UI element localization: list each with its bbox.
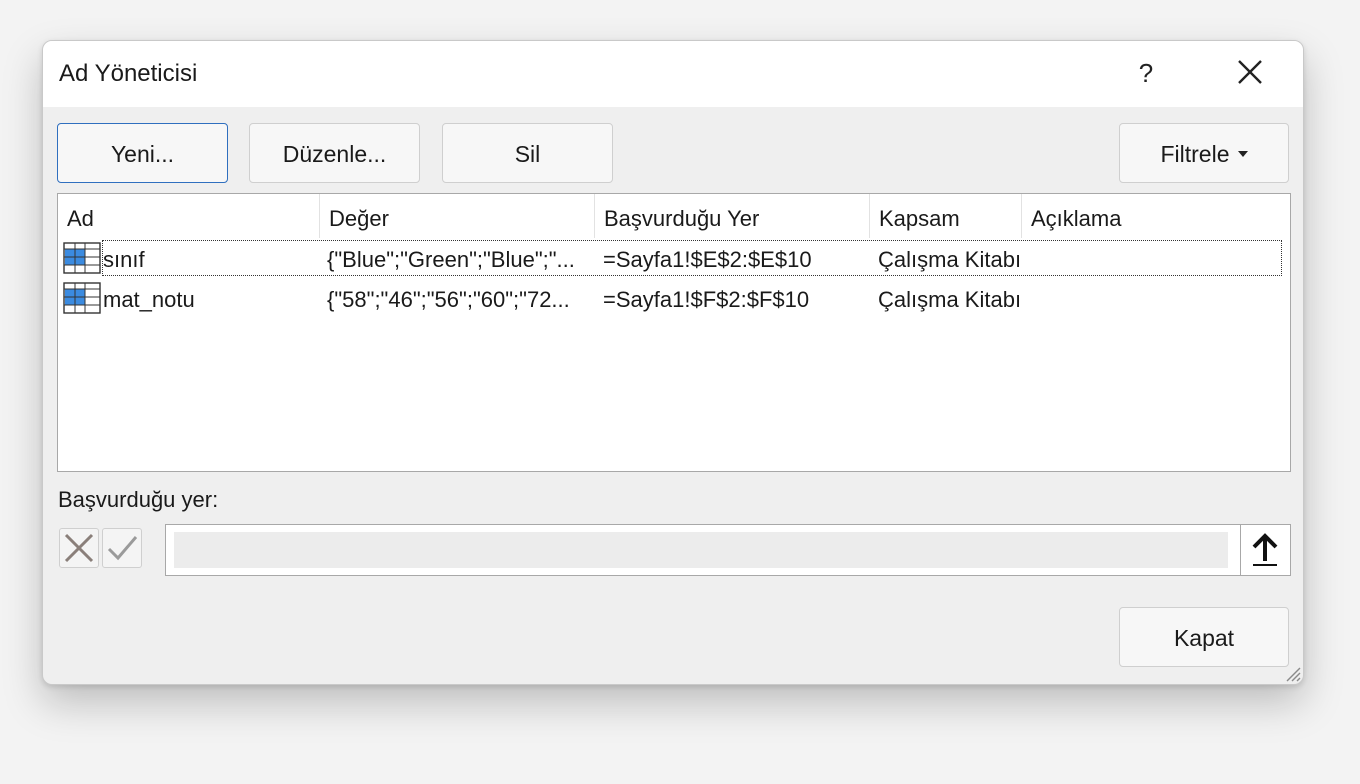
column-header-name[interactable]: Ad: [58, 194, 320, 238]
row-value: {"58";"46";"56";"60";"72...: [327, 287, 570, 312]
column-header-comment[interactable]: Açıklama: [1022, 194, 1282, 238]
close-button[interactable]: Kapat: [1119, 607, 1289, 667]
edit-button-label: Düzenle...: [282, 141, 387, 167]
filter-button-label: Filtrele: [1160, 141, 1230, 167]
confirm-edit-button[interactable]: [102, 528, 142, 568]
chevron-down-icon: [1237, 150, 1248, 157]
row-refers-to: =Sayfa1!$E$2:$E$10: [603, 247, 812, 272]
cancel-edit-button[interactable]: [59, 528, 99, 568]
refers-to-label: Başvurduğu yer:: [58, 487, 219, 512]
delete-button[interactable]: Sil: [442, 123, 613, 183]
resize-grip-icon[interactable]: [1283, 664, 1301, 682]
edit-button[interactable]: Düzenle...: [249, 123, 420, 183]
column-header-value[interactable]: Değer: [320, 194, 595, 238]
cancel-x-icon: [64, 533, 94, 563]
arrow-up-icon: [1252, 533, 1278, 566]
named-range-icon: [63, 242, 101, 274]
row-scope: Çalışma Kitabı: [878, 287, 1022, 312]
delete-button-label: Sil: [514, 141, 541, 167]
help-button[interactable]: ?: [1131, 55, 1161, 91]
column-header-scope[interactable]: Kapsam: [870, 194, 1022, 238]
refers-to-field[interactable]: [165, 524, 1291, 576]
row-name: sınıf: [103, 247, 145, 272]
collapse-dialog-button[interactable]: [1240, 525, 1290, 575]
table-row[interactable]: sınıf {"Blue";"Green";"Blue";"... =Sayfa…: [58, 240, 1284, 278]
checkmark-icon: [107, 536, 138, 561]
close-button-label: Kapat: [1173, 625, 1235, 651]
table-row[interactable]: mat_notu {"58";"46";"56";"60";"72... =Sa…: [58, 280, 1284, 318]
title-bar: Ad Yöneticisi ?: [43, 41, 1303, 107]
new-button-label: Yeni...: [110, 141, 175, 167]
row-scope: Çalışma Kitabı: [878, 247, 1022, 272]
name-manager-dialog: Ad Yöneticisi ? Yeni... Düzenle... Sil F…: [42, 40, 1304, 685]
named-range-icon: [63, 282, 101, 314]
filter-button[interactable]: Filtrele: [1119, 123, 1289, 183]
dialog-title: Ad Yöneticisi: [59, 60, 198, 87]
row-name: mat_notu: [103, 287, 195, 312]
names-list[interactable]: Ad Değer Başvurduğu Yer Kapsam Açıklama …: [57, 193, 1291, 472]
row-value: {"Blue";"Green";"Blue";"...: [327, 247, 575, 272]
close-dialog-button[interactable]: [1231, 55, 1269, 91]
row-refers-to: =Sayfa1!$F$2:$F$10: [603, 287, 810, 312]
new-button[interactable]: Yeni...: [57, 123, 228, 183]
refers-to-input[interactable]: [174, 532, 1228, 568]
close-icon: [1238, 60, 1262, 84]
column-header-refers-to[interactable]: Başvurduğu Yer: [595, 194, 870, 238]
